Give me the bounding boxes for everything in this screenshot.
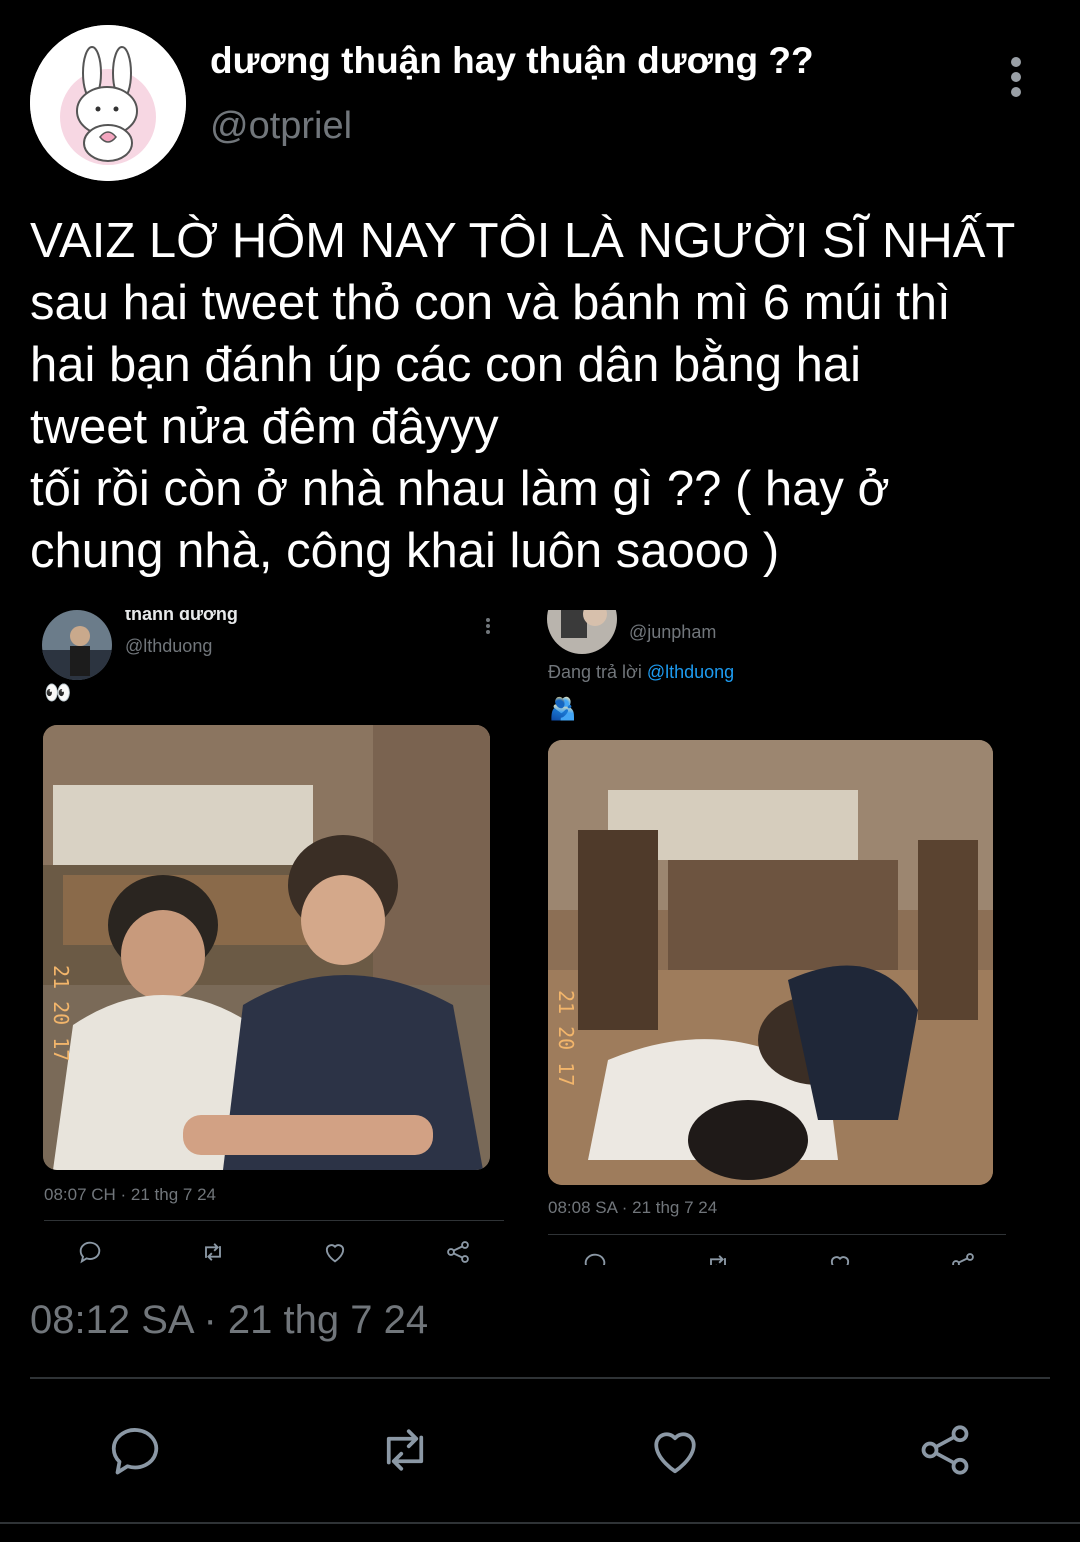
profile-avatar[interactable] — [30, 25, 186, 181]
embed-timestamp: 08:07 CH · 21 thg 7 24 — [44, 1185, 217, 1204]
tweet-text: VAIZ LỜ HÔM NAY TÔI LÀ NGƯỜI SĨ NHẤT sau… — [30, 214, 1016, 578]
embed-avatar — [547, 610, 617, 654]
embed-timestamp: 08:08 SA · 21 thg 7 24 — [548, 1198, 718, 1217]
reply-icon — [79, 1241, 101, 1264]
tweet-timestamp[interactable]: 08:12 SA · 21 thg 7 24 — [30, 1298, 428, 1343]
user-handle[interactable]: @otpriel — [210, 105, 352, 148]
more-vertical-icon[interactable] — [1000, 55, 1034, 99]
display-name[interactable]: dương thuận hay thuận dương ?? — [210, 40, 814, 82]
photo-date-stamp: 21 20 17 — [554, 990, 578, 1087]
embed-action-bar — [76, 1238, 472, 1265]
reply-prefix: Đang trả lời — [548, 662, 642, 682]
embedded-tweet-screenshot-1[interactable]: thanh dương @lthduong 👀 21 20 17 08:07 C… — [30, 610, 510, 1265]
like-icon[interactable] — [645, 1420, 705, 1480]
reply-to-link: @lthduong — [646, 662, 735, 682]
embed-divider — [44, 1220, 504, 1221]
embed-photo[interactable]: 21 20 17 — [43, 725, 490, 1170]
embed-tweet-text: 🫂 — [549, 696, 577, 721]
embed-divider — [548, 1234, 1006, 1235]
embed-handle: @junpham — [629, 622, 717, 642]
like-icon — [831, 1256, 850, 1265]
embed-action-bar-cropped — [581, 1250, 977, 1265]
embed-more-icon — [485, 618, 491, 636]
embed-handle: @lthduong — [125, 636, 213, 656]
bunny-avatar-icon — [30, 25, 186, 181]
retweet-icon[interactable] — [375, 1420, 435, 1480]
divider — [0, 1522, 1080, 1524]
share-icon[interactable] — [915, 1420, 975, 1480]
tweet-action-bar — [105, 1418, 975, 1482]
retweet-icon — [204, 1243, 221, 1261]
embedded-tweet-screenshot-2[interactable]: @junpham Đang trả lời @lthduong 🫂 21 20 … — [535, 610, 1015, 1265]
photo-date-stamp: 21 20 17 — [49, 965, 73, 1062]
like-icon — [326, 1244, 345, 1263]
retweet-icon — [709, 1255, 726, 1265]
divider — [30, 1377, 1050, 1379]
embed-avatar — [42, 610, 112, 680]
embed-display-name: thanh dương — [125, 610, 238, 624]
share-icon — [952, 1253, 974, 1265]
embed-reply-context: Đang trả lời @lthduong — [548, 662, 734, 683]
embed-tweet-text: 👀 — [44, 680, 72, 705]
reply-icon[interactable] — [105, 1420, 165, 1480]
share-icon — [447, 1241, 469, 1263]
reply-icon — [584, 1253, 606, 1265]
embed-photo[interactable]: 21 20 17 — [548, 740, 993, 1185]
